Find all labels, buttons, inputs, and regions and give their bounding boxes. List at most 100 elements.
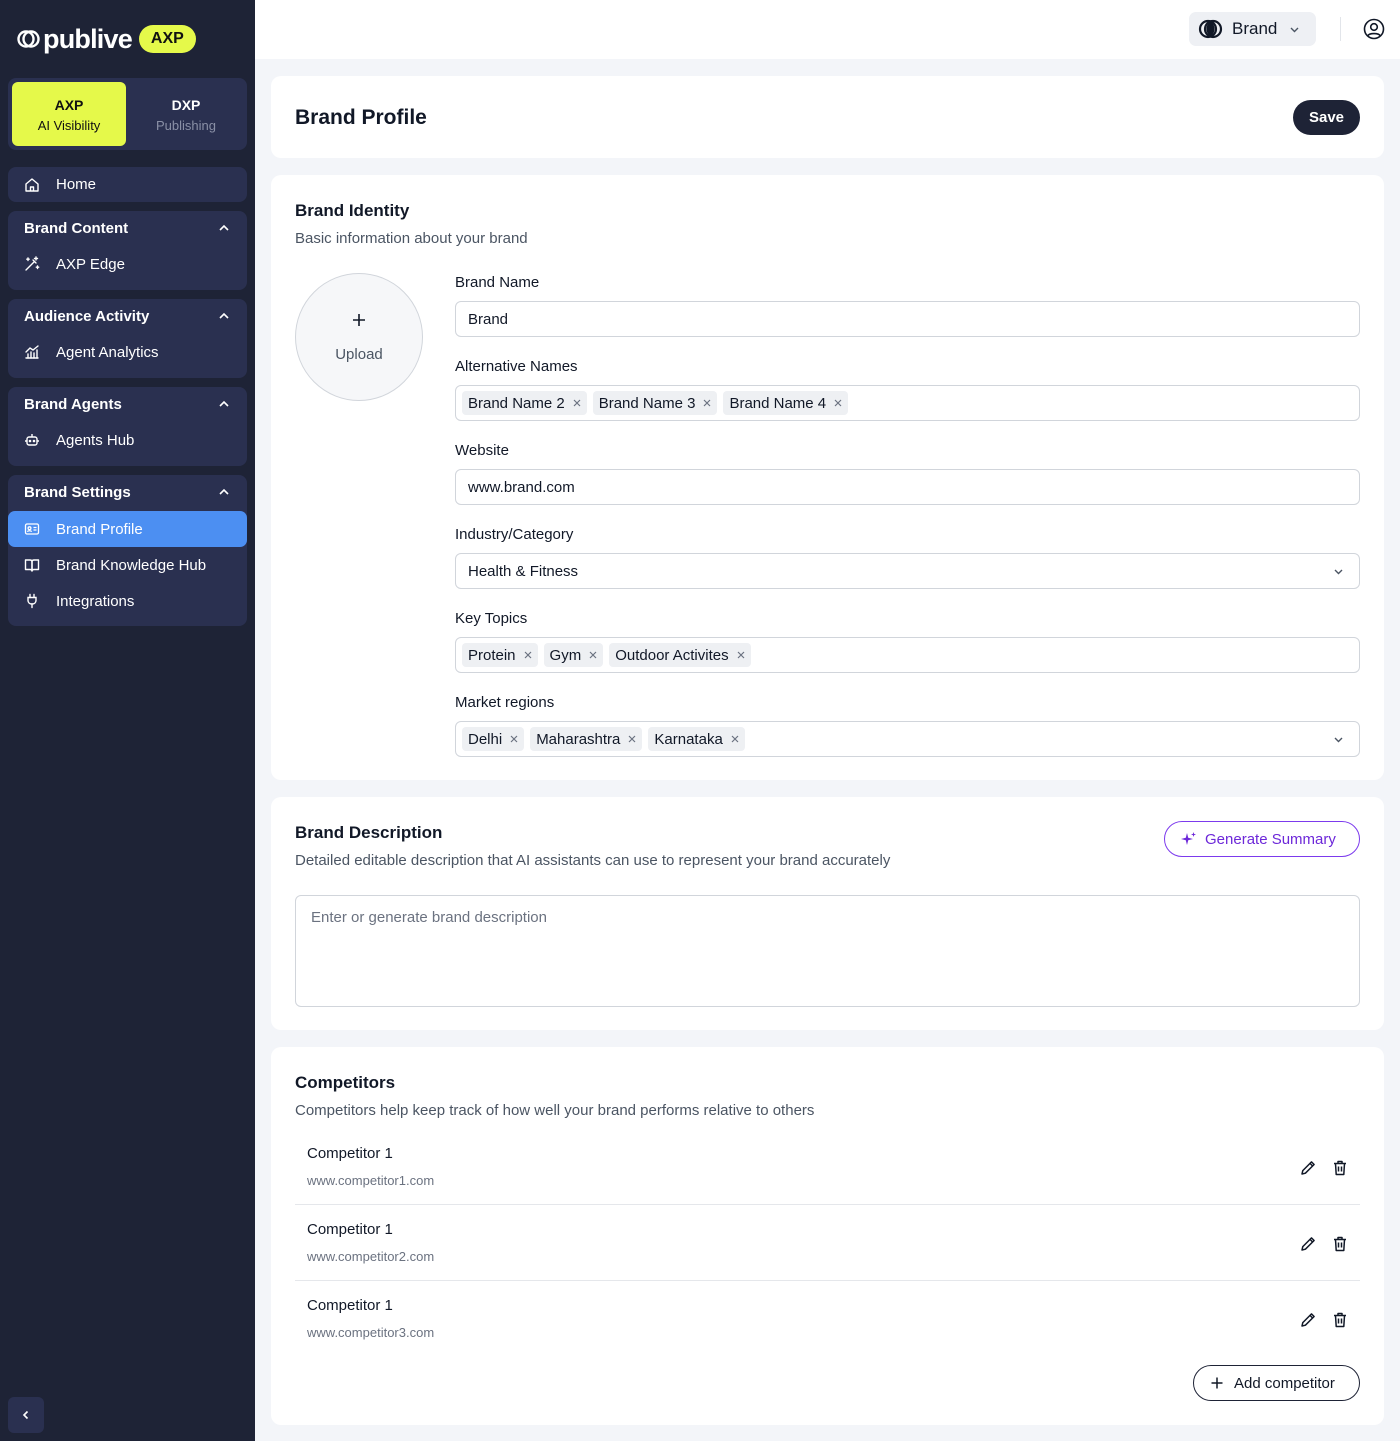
sidebar-item-axp-edge[interactable]: AXP Edge xyxy=(8,246,247,282)
tag-label: Protein xyxy=(468,646,516,664)
edit-pencil-icon[interactable] xyxy=(1299,1159,1317,1177)
sidebar-item-brand-profile[interactable]: Brand Profile xyxy=(8,511,247,547)
tag-chip: Gym xyxy=(543,643,604,667)
topics-label: Key Topics xyxy=(455,610,528,627)
analytics-chart-icon xyxy=(25,345,39,359)
close-icon[interactable] xyxy=(628,735,636,743)
plug-icon xyxy=(27,593,37,609)
robot-icon xyxy=(25,434,39,446)
tag-label: Gym xyxy=(549,646,582,664)
close-icon[interactable] xyxy=(731,735,739,743)
close-icon[interactable] xyxy=(834,399,842,407)
competitor-url: www.competitor3.com xyxy=(307,1325,435,1340)
add-competitor-label: Add competitor xyxy=(1234,1374,1335,1392)
generate-summary-button[interactable]: Generate Summary xyxy=(1164,821,1360,857)
brand-description-textarea[interactable]: Enter or generate brand description xyxy=(295,895,1360,1007)
industry-select[interactable]: Health & Fitness xyxy=(455,553,1360,589)
industry-value: Health & Fitness xyxy=(468,562,579,580)
close-icon[interactable] xyxy=(510,735,518,743)
nav-group-brand-content: Brand Content AXP Edge xyxy=(8,211,247,290)
chevron-down-icon xyxy=(1334,737,1343,743)
trash-icon[interactable] xyxy=(1331,1311,1349,1329)
brand-selector[interactable]: Brand xyxy=(1189,12,1316,46)
section-title: Brand Description xyxy=(295,823,443,842)
publive-logo-icon xyxy=(17,30,40,48)
nav-home-group: Home xyxy=(8,167,247,202)
tag-chip: Brand Name 2 xyxy=(462,391,587,415)
competitor-name: Competitor 1 xyxy=(307,1221,393,1238)
tag-chip: Outdoor Activites xyxy=(609,643,751,667)
home-icon xyxy=(25,177,39,192)
close-icon[interactable] xyxy=(737,651,745,659)
save-button[interactable]: Save xyxy=(1293,100,1360,135)
sidebar-item-home[interactable]: Home xyxy=(8,167,247,202)
topbar-divider xyxy=(1340,17,1341,41)
switch-axp[interactable]: AXP AI Visibility xyxy=(12,82,126,146)
sparkles-icon xyxy=(1181,832,1196,845)
collapse-sidebar-button[interactable] xyxy=(8,1397,44,1433)
competitor-url: www.competitor2.com xyxy=(307,1249,435,1264)
switch-dxp-subtitle: Publishing xyxy=(156,118,216,133)
tag-chip: Delhi xyxy=(462,727,525,751)
chevron-left-icon xyxy=(22,1410,29,1420)
logo[interactable]: publive AXP xyxy=(17,22,196,56)
plus-icon xyxy=(353,314,365,326)
regions-select[interactable]: Delhi Maharashtra Karnataka xyxy=(455,721,1360,757)
tag-chip: Protein xyxy=(462,643,538,667)
close-icon[interactable] xyxy=(703,399,711,407)
sidebar-item-label: Agents Hub xyxy=(56,431,135,449)
tag-label: Brand Name 2 xyxy=(468,394,565,412)
edit-pencil-icon[interactable] xyxy=(1299,1235,1317,1253)
brand-name-label: Brand Name xyxy=(455,274,540,291)
sidebar: publive AXP AXP AI Visibility DXP Publis… xyxy=(0,0,255,1441)
chevron-up-icon xyxy=(219,400,229,407)
edit-pencil-icon[interactable] xyxy=(1299,1311,1317,1329)
website-input[interactable]: www.brand.com xyxy=(455,469,1360,505)
sidebar-item-label: Agent Analytics xyxy=(56,343,159,361)
group-header-audience-activity[interactable]: Audience Activity xyxy=(24,306,231,326)
switch-dxp[interactable]: DXP Publishing xyxy=(129,82,243,146)
plus-icon xyxy=(1211,1377,1223,1389)
competitor-name: Competitor 1 xyxy=(307,1297,393,1314)
competitor-url: www.competitor1.com xyxy=(307,1173,435,1188)
group-title-audience-activity: Audience Activity xyxy=(24,307,150,325)
product-switcher: AXP AI Visibility DXP Publishing xyxy=(8,78,247,150)
upload-label: Upload xyxy=(335,346,383,363)
sidebar-item-brand-knowledge-hub[interactable]: Brand Knowledge Hub xyxy=(8,547,247,583)
industry-label: Industry/Category xyxy=(455,526,574,543)
user-account-icon[interactable] xyxy=(1363,18,1385,40)
section-subtitle: Competitors help keep track of how well … xyxy=(295,1102,815,1119)
brand-selector-label: Brand xyxy=(1232,19,1278,38)
section-title: Brand Identity xyxy=(295,201,410,220)
tag-label: Outdoor Activites xyxy=(615,646,729,664)
trash-icon[interactable] xyxy=(1331,1159,1349,1177)
magic-wand-icon xyxy=(25,256,40,271)
topics-input[interactable]: Protein Gym Outdoor Activites xyxy=(455,637,1360,673)
sidebar-item-label: Brand Profile xyxy=(56,520,143,538)
tag-label: Karnataka xyxy=(654,730,723,748)
page-title: Brand Profile xyxy=(295,106,427,129)
brand-name-input[interactable]: Brand xyxy=(455,301,1360,337)
section-title: Competitors xyxy=(295,1073,396,1092)
trash-icon[interactable] xyxy=(1331,1235,1349,1253)
group-header-brand-settings[interactable]: Brand Settings xyxy=(24,482,231,502)
group-header-brand-content[interactable]: Brand Content xyxy=(24,218,231,238)
tag-chip: Maharashtra xyxy=(530,727,643,751)
add-competitor-button[interactable]: Add competitor xyxy=(1193,1365,1360,1401)
competitor-row: Competitor 1 www.competitor2.com xyxy=(295,1205,1360,1281)
brand-identity-card: Brand Identity Basic information about y… xyxy=(271,175,1384,780)
generate-summary-label: Generate Summary xyxy=(1205,830,1336,848)
sidebar-item-integrations[interactable]: Integrations xyxy=(8,583,247,619)
group-header-brand-agents[interactable]: Brand Agents xyxy=(24,394,231,414)
close-icon[interactable] xyxy=(589,651,597,659)
close-icon[interactable] xyxy=(524,651,532,659)
alt-names-input[interactable]: Brand Name 2 Brand Name 3 Brand Name 4 xyxy=(455,385,1360,421)
sidebar-item-agents-hub[interactable]: Agents Hub xyxy=(8,422,247,458)
sidebar-item-agent-analytics[interactable]: Agent Analytics xyxy=(8,334,247,370)
sidebar-item-home-label: Home xyxy=(56,176,97,193)
close-icon[interactable] xyxy=(573,399,581,407)
competitor-name: Competitor 1 xyxy=(307,1145,393,1162)
tag-label: Brand Name 4 xyxy=(729,394,827,412)
switch-axp-subtitle: AI Visibility xyxy=(37,118,101,133)
logo-upload-button[interactable]: Upload xyxy=(295,273,423,401)
